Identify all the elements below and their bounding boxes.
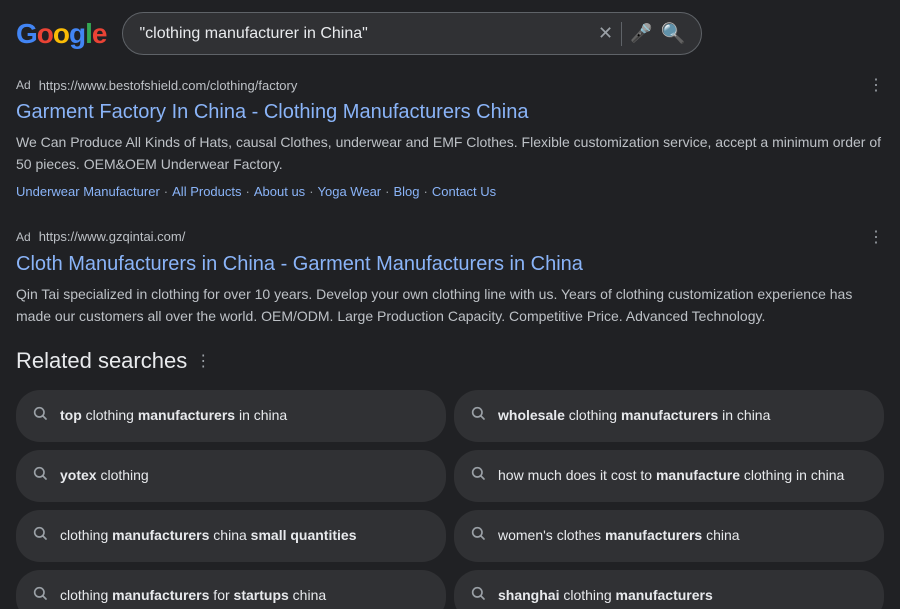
search-icon-related-5 — [32, 525, 48, 546]
related-header: Related searches ⋮ — [16, 348, 884, 374]
ad-link-blog[interactable]: Blog — [393, 184, 419, 199]
ad-options-1[interactable]: ⋮ — [868, 75, 884, 95]
related-item-8[interactable]: shanghai clothing manufacturers — [454, 570, 884, 609]
ad-url-1: https://www.bestofshield.com/clothing/fa… — [39, 78, 298, 93]
ad-meta-1: Ad https://www.bestofshield.com/clothing… — [16, 75, 884, 95]
ad-link-underwear[interactable]: Underwear Manufacturer — [16, 184, 160, 199]
related-item-1[interactable]: top clothing manufacturers in china — [16, 390, 446, 442]
search-icon-related-6 — [470, 525, 486, 546]
google-logo: Google — [16, 18, 106, 50]
related-text-1: top clothing manufacturers in china — [60, 406, 287, 426]
ad-link-allproducts[interactable]: All Products — [172, 184, 241, 199]
related-text-7: clothing manufacturers for startups chin… — [60, 586, 326, 606]
related-text-2: wholesale clothing manufacturers in chin… — [498, 406, 770, 426]
main-content: Ad https://www.bestofshield.com/clothing… — [0, 67, 900, 609]
search-icon-related-4 — [470, 465, 486, 486]
search-icon-related-8 — [470, 585, 486, 606]
clear-icon[interactable]: ✕ — [598, 23, 613, 44]
ad-title-2[interactable]: Cloth Manufacturers in China - Garment M… — [16, 251, 884, 277]
search-icon-related-7 — [32, 585, 48, 606]
related-item-5[interactable]: clothing manufacturers china small quant… — [16, 510, 446, 562]
search-icon-related-1 — [32, 405, 48, 426]
search-icon-related-3 — [32, 465, 48, 486]
ad-block-1: Ad https://www.bestofshield.com/clothing… — [16, 67, 884, 199]
ad-meta-2: Ad https://www.gzqintai.com/ ⋮ — [16, 227, 884, 247]
ad-title-1[interactable]: Garment Factory In China - Clothing Manu… — [16, 99, 884, 125]
divider — [621, 22, 622, 46]
related-text-4: how much does it cost to manufacture clo… — [498, 466, 844, 486]
ad-link-contactus[interactable]: Contact Us — [432, 184, 496, 199]
related-grid: top clothing manufacturers in china whole… — [16, 390, 884, 609]
ad-block-2: Ad https://www.gzqintai.com/ ⋮ Cloth Man… — [16, 219, 884, 328]
ad-description-2: Qin Tai specialized in clothing for over… — [16, 283, 884, 328]
ad-label-1: Ad — [16, 78, 31, 92]
ad-link-yogawear[interactable]: Yoga Wear — [318, 184, 382, 199]
related-item-7[interactable]: clothing manufacturers for startups chin… — [16, 570, 446, 609]
related-item-6[interactable]: women's clothes manufacturers china — [454, 510, 884, 562]
related-title: Related searches — [16, 348, 187, 374]
ad-options-2[interactable]: ⋮ — [868, 227, 884, 247]
related-text-5: clothing manufacturers china small quant… — [60, 526, 356, 546]
ad-description-1: We Can Produce All Kinds of Hats, causal… — [16, 131, 884, 176]
ad-link-aboutus[interactable]: About us — [254, 184, 305, 199]
related-searches-section: Related searches ⋮ top clothing manufact… — [16, 348, 884, 609]
header: Google ✕ 🎤 🔍 — [0, 0, 900, 67]
related-text-6: women's clothes manufacturers china — [498, 526, 740, 546]
mic-icon[interactable]: 🎤 — [630, 23, 652, 44]
related-text-3: yotex clothing — [60, 466, 149, 486]
related-options-icon[interactable]: ⋮ — [195, 351, 211, 371]
related-item-3[interactable]: yotex clothing — [16, 450, 446, 502]
search-icon[interactable]: 🔍 — [661, 21, 686, 46]
related-item-2[interactable]: wholesale clothing manufacturers in chin… — [454, 390, 884, 442]
search-icon-related-2 — [470, 405, 486, 426]
search-bar[interactable]: ✕ 🎤 🔍 — [122, 12, 702, 55]
ad-links-1: Underwear Manufacturer · All Products · … — [16, 184, 884, 199]
ad-url-2: https://www.gzqintai.com/ — [39, 229, 186, 244]
search-input[interactable] — [139, 25, 590, 43]
related-item-4[interactable]: how much does it cost to manufacture clo… — [454, 450, 884, 502]
ad-label-2: Ad — [16, 230, 31, 244]
related-text-8: shanghai clothing manufacturers — [498, 586, 713, 606]
